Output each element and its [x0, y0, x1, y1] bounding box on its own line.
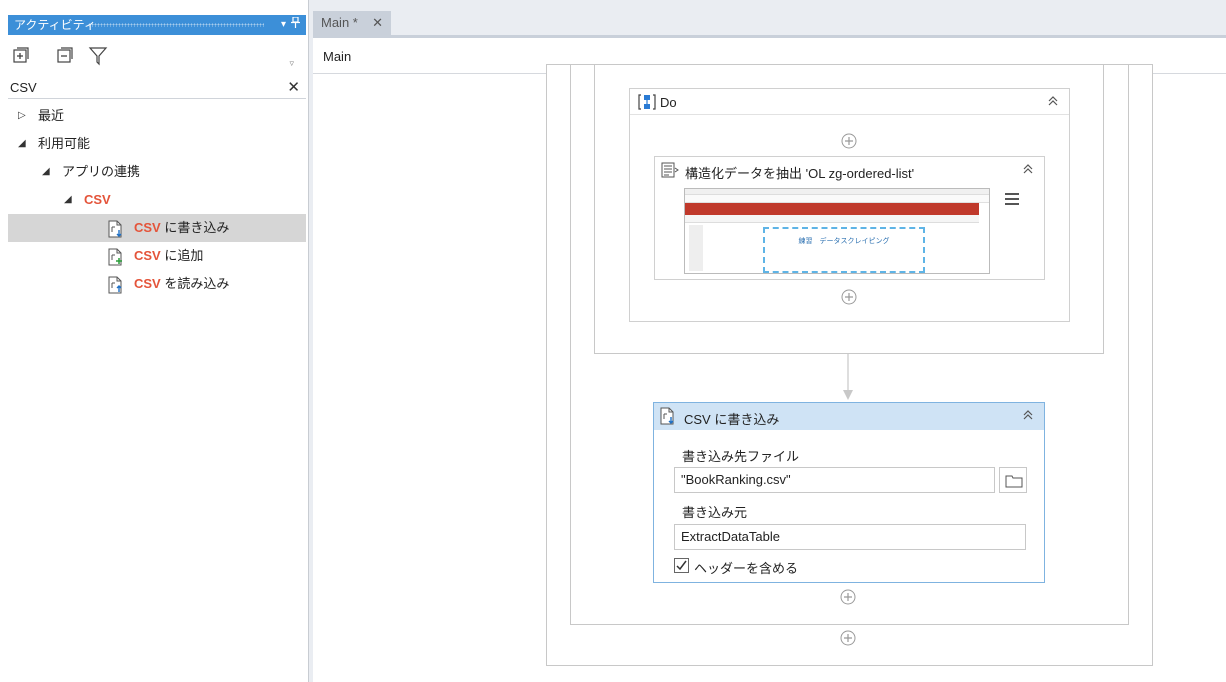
add-activity-plus-icon[interactable] — [840, 630, 856, 646]
do-sequence-icon — [638, 93, 656, 114]
tree-item-append-csv[interactable]: CSV に追加 — [8, 242, 306, 270]
write-to-file-label: 書き込み先ファイル — [682, 449, 800, 464]
target-screenshot-thumbnail[interactable]: 練習 データスクレイピング — [684, 188, 990, 274]
clear-search-icon[interactable]: ✕ — [287, 78, 300, 96]
expanded-arrow-icon: ◢ — [42, 166, 50, 177]
collapse-all-icon[interactable] — [56, 46, 76, 66]
tree-item-label: 最近 — [38, 108, 65, 123]
add-activity-plus-icon[interactable] — [841, 289, 857, 305]
tree-item-label: CSV を読み込み — [134, 276, 230, 291]
checkmark-icon — [676, 560, 687, 571]
write-to-file-input[interactable]: "BookRanking.csv" — [674, 467, 995, 493]
workflow-designer-canvas[interactable]: Do 構造化データを抽出 'OL zg-ordered-list' 練習 データ… — [313, 64, 1226, 682]
include-headers-checkbox[interactable] — [674, 558, 689, 573]
add-activity-plus-icon[interactable] — [841, 133, 857, 149]
write-from-label: 書き込み元 — [682, 505, 748, 520]
search-row: ✕ — [8, 79, 306, 99]
panel-title: アクティビティ — [14, 18, 96, 32]
toolbar-overflow-icon[interactable]: ▿ — [289, 58, 294, 69]
tree-item-label: 利用可能 — [38, 136, 91, 151]
activities-search-input[interactable] — [10, 80, 270, 95]
breadcrumb[interactable]: Main — [323, 49, 351, 64]
panel-grip — [88, 23, 264, 27]
tab-label: Main * — [321, 15, 358, 30]
do-header[interactable]: Do — [630, 89, 1069, 115]
tree-item-available[interactable]: ◢ 利用可能 — [8, 130, 306, 158]
tree-item-label: CSV — [84, 192, 111, 207]
collapsed-arrow-icon: ▷ — [18, 110, 26, 121]
extract-structured-data-activity[interactable]: 構造化データを抽出 'OL zg-ordered-list' 練習 データスクレ… — [654, 156, 1045, 280]
write-csv-title: CSV に書き込み — [684, 412, 780, 427]
append-csv-icon — [108, 248, 124, 266]
flow-connector-arrow — [843, 354, 853, 400]
write-csv-activity[interactable]: CSV に書き込み 書き込み先ファイル "BookRanking.csv" 書き… — [653, 402, 1045, 583]
write-csv-icon — [660, 407, 676, 428]
extract-header[interactable]: 構造化データを抽出 'OL zg-ordered-list' — [655, 157, 1044, 183]
close-tab-icon[interactable]: ✕ — [372, 11, 383, 35]
expanded-arrow-icon: ◢ — [18, 138, 26, 149]
write-csv-icon — [108, 220, 124, 238]
thumbnail-site-header — [685, 203, 979, 215]
write-csv-header[interactable]: CSV に書き込み — [654, 403, 1044, 430]
tree-item-read-csv[interactable]: CSV を読み込み — [8, 270, 306, 298]
thumbnail-address-bar — [685, 195, 989, 203]
thumbnail-toolbar — [685, 215, 979, 223]
collapse-do-icon[interactable] — [1047, 95, 1059, 107]
activities-toolbar: ▿ — [10, 44, 300, 70]
filter-icon[interactable] — [88, 46, 108, 66]
tree-item-csv-group[interactable]: ◢ CSV — [8, 186, 306, 214]
activities-panel: アクティビティ ▾ ▿ ✕ ▷ 最近 ◢ 利用可能 ◢ アプリの連携 ◢ CS — [0, 0, 309, 682]
extract-title: 構造化データを抽出 'OL zg-ordered-list' — [685, 166, 915, 181]
tree-item-label: CSV に追加 — [134, 248, 204, 263]
collapse-write-csv-icon[interactable] — [1022, 409, 1034, 421]
write-from-input[interactable]: ExtractDataTable — [674, 524, 1026, 550]
tree-item-write-csv[interactable]: CSV に書き込み — [8, 214, 306, 242]
read-csv-icon — [108, 276, 124, 294]
tree-item-label: アプリの連携 — [62, 164, 141, 179]
thumbnail-sidebar — [689, 225, 703, 271]
expand-all-icon[interactable] — [12, 46, 32, 66]
tree-item-label: CSV に書き込み — [134, 220, 230, 235]
panel-menu-chevron-icon[interactable]: ▾ — [281, 17, 286, 33]
extract-data-icon — [661, 162, 679, 181]
include-headers-label: ヘッダーを含める — [694, 561, 799, 576]
do-title: Do — [660, 95, 677, 110]
expanded-arrow-icon: ◢ — [64, 194, 72, 205]
pin-icon[interactable] — [291, 16, 300, 34]
folder-icon — [1005, 475, 1023, 488]
add-activity-plus-icon[interactable] — [840, 589, 856, 605]
activity-menu-icon[interactable] — [1004, 191, 1020, 210]
browse-file-button[interactable] — [999, 467, 1027, 493]
collapse-extract-icon[interactable] — [1022, 163, 1034, 175]
tree-item-recent[interactable]: ▷ 最近 — [8, 102, 306, 130]
thumbnail-selected-region: 練習 データスクレイピング — [763, 227, 925, 273]
do-activity[interactable]: Do 構造化データを抽出 'OL zg-ordered-list' 練習 データ… — [629, 88, 1070, 322]
thumbnail-caption: 練習 データスクレイピング — [798, 238, 890, 245]
tree-item-app-integration[interactable]: ◢ アプリの連携 — [8, 158, 306, 186]
tab-main[interactable]: Main * ✕ — [313, 11, 391, 36]
activities-panel-title-bar: アクティビティ ▾ — [8, 15, 306, 35]
